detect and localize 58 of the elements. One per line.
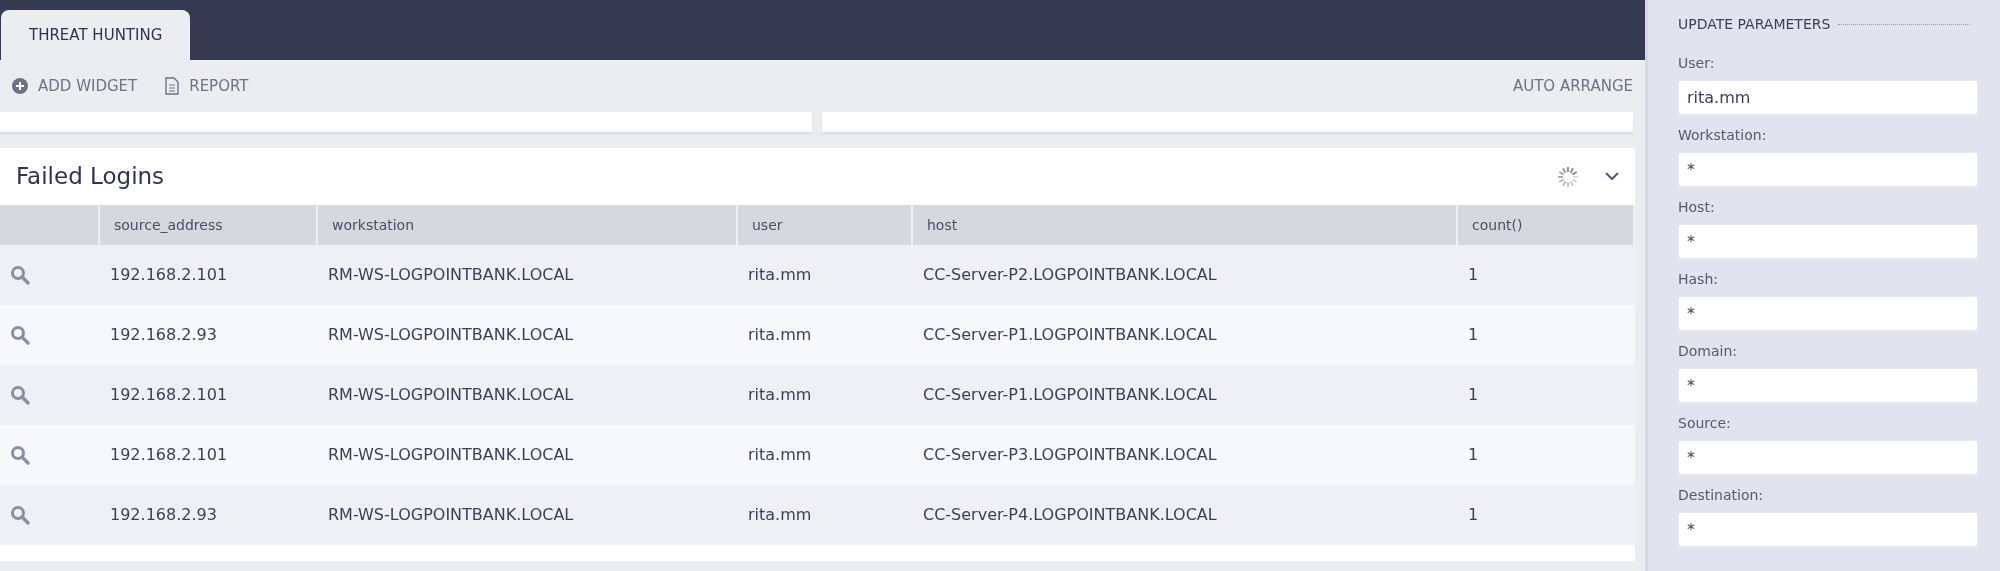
table-cell: rita.mm xyxy=(738,425,913,485)
table-cell: RM-WS-LOGPOINTBANK.LOCAL xyxy=(318,305,738,365)
toolbar-button[interactable]: ADD WIDGET xyxy=(12,74,138,98)
field-label: Source: xyxy=(1678,414,1732,433)
input-field[interactable]: rita.mm xyxy=(1678,80,1978,115)
column-header[interactable]: source_address xyxy=(100,205,318,245)
field-label: Destination: xyxy=(1678,486,1765,505)
table-cell: rita.mm xyxy=(738,245,913,305)
table-cell: CC-Server-P2.LOGPOINTBANK.LOCAL xyxy=(913,245,1458,305)
table-cell: 1 xyxy=(1458,305,1635,365)
table-cell: CC-Server-P1.LOGPOINTBANK.LOCAL xyxy=(913,305,1458,365)
table-cell: CC-Server-P1.LOGPOINTBANK.LOCAL xyxy=(913,365,1458,425)
toolbar-button[interactable]: REPORT xyxy=(165,74,249,98)
column-header[interactable]: workstation xyxy=(318,205,738,245)
table-cell: RM-WS-LOGPOINTBANK.LOCAL xyxy=(318,245,738,305)
table-cell: CC-Server-P3.LOGPOINTBANK.LOCAL xyxy=(913,425,1458,485)
search-icon[interactable] xyxy=(10,445,30,465)
column-header[interactable]: count() xyxy=(1458,205,1635,245)
column-header[interactable]: host xyxy=(913,205,1458,245)
table-cell: RM-WS-LOGPOINTBANK.LOCAL xyxy=(318,425,738,485)
search-icon[interactable] xyxy=(10,265,30,285)
field-label: Domain: xyxy=(1678,342,1739,361)
table-cell: 1 xyxy=(1458,425,1635,485)
table-cell: RM-WS-LOGPOINTBANK.LOCAL xyxy=(318,365,738,425)
input-field[interactable]: * xyxy=(1678,440,1978,475)
widget-title: Failed Logins xyxy=(16,162,166,191)
field-label: Host: xyxy=(1678,198,1716,217)
document-icon xyxy=(165,77,180,95)
field-label: User: xyxy=(1678,54,1716,73)
search-icon[interactable] xyxy=(10,385,30,405)
search-icon[interactable] xyxy=(10,505,30,525)
table-cell: 192.168.2.93 xyxy=(100,305,318,365)
table-cell: 192.168.2.93 xyxy=(100,485,318,545)
field-label: Hash: xyxy=(1678,270,1719,289)
table-cell: CC-Server-P4.LOGPOINTBANK.LOCAL xyxy=(913,485,1458,545)
input-field[interactable]: * xyxy=(1678,512,1978,547)
input-field[interactable]: * xyxy=(1678,296,1978,331)
chevron-down-icon[interactable] xyxy=(1605,172,1619,181)
table-cell: rita.mm xyxy=(738,485,913,545)
column-header[interactable]: user xyxy=(738,205,913,245)
input-field[interactable]: * xyxy=(1678,152,1978,187)
table-cell: rita.mm xyxy=(738,365,913,425)
input-field[interactable]: * xyxy=(1678,224,1978,259)
table-cell: 192.168.2.101 xyxy=(100,365,318,425)
auto-arrange-button[interactable]: AUTO ARRANGE xyxy=(1512,74,1633,98)
table-cell: RM-WS-LOGPOINTBANK.LOCAL xyxy=(318,485,738,545)
field-label: Workstation: xyxy=(1678,126,1768,145)
tab[interactable]: THREAT HUNTING xyxy=(1,10,191,60)
table-cell: 1 xyxy=(1458,365,1635,425)
table-cell: 1 xyxy=(1458,485,1635,545)
table-cell: 192.168.2.101 xyxy=(100,425,318,485)
input-field[interactable]: * xyxy=(1678,368,1978,403)
table-cell: 192.168.2.101 xyxy=(100,245,318,305)
table-cell: 1 xyxy=(1458,245,1635,305)
panel-title: UPDATE PARAMETERS xyxy=(1678,15,1831,34)
search-icon[interactable] xyxy=(10,325,30,345)
plus-circle-icon xyxy=(12,78,28,94)
table-cell: rita.mm xyxy=(738,305,913,365)
